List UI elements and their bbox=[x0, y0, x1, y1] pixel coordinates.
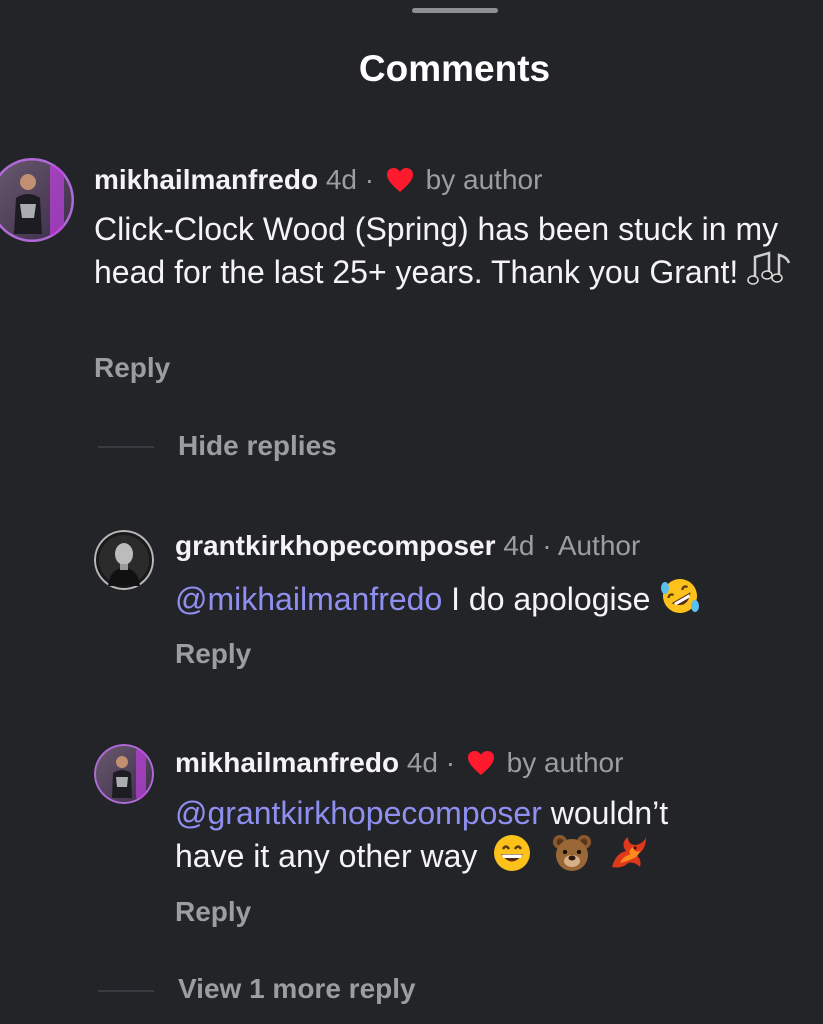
heart-icon bbox=[386, 167, 414, 201]
reply-username[interactable]: grantkirkhopecomposer bbox=[175, 530, 496, 561]
reply-text-content: wouldn’t bbox=[541, 795, 669, 831]
reply-text-content: I do apologise bbox=[442, 581, 651, 617]
liked-by-author-label: by author bbox=[506, 747, 624, 778]
comment-age: 4d bbox=[325, 164, 357, 195]
avatar[interactable] bbox=[0, 158, 74, 242]
hide-replies-button[interactable]: Hide replies bbox=[178, 430, 337, 462]
separator: · bbox=[542, 530, 552, 561]
view-more-replies-button[interactable]: View 1 more reply bbox=[178, 973, 416, 1005]
comment-text-content: Click-Clock Wood (Spring) has been stuck… bbox=[94, 211, 779, 290]
rolling-on-floor-laughing-icon bbox=[659, 576, 701, 625]
musical-notes-icon bbox=[747, 249, 797, 298]
reply-text: @mikhailmanfredo I do apologise bbox=[175, 576, 805, 625]
sheet-title: Comments bbox=[358, 48, 551, 89]
reply-button[interactable]: Reply bbox=[175, 896, 251, 928]
reply-button[interactable]: Reply bbox=[175, 638, 251, 670]
thread-divider bbox=[98, 446, 154, 448]
comment-username[interactable]: mikhailmanfredo bbox=[94, 164, 318, 195]
comments-sheet: Comments mikhailmanfredo 4d · by author … bbox=[0, 0, 823, 1024]
mention-link[interactable]: @grantkirkhopecomposer bbox=[175, 795, 542, 831]
heart-icon bbox=[467, 750, 495, 784]
reply-header: mikhailmanfredo 4d · by author bbox=[175, 746, 623, 784]
reply-header: grantkirkhopecomposer 4d · Author bbox=[175, 529, 640, 563]
author-badge: Author bbox=[557, 530, 641, 561]
comment-header: mikhailmanfredo 4d · by author bbox=[94, 163, 542, 201]
avatar[interactable] bbox=[94, 744, 154, 804]
reply-age: 4d bbox=[503, 530, 535, 561]
mention-link[interactable]: @mikhailmanfredo bbox=[175, 581, 442, 617]
liked-by-author-label: by author bbox=[425, 164, 543, 195]
comment-text: Click-Clock Wood (Spring) has been stuck… bbox=[94, 209, 804, 298]
grinning-face-icon bbox=[492, 833, 532, 882]
phoenix-icon bbox=[606, 833, 648, 882]
separator: · bbox=[364, 164, 375, 195]
reply-text: @grantkirkhopecomposer wouldn’t have it … bbox=[175, 793, 805, 882]
reply-button[interactable]: Reply bbox=[94, 352, 170, 384]
avatar[interactable] bbox=[94, 530, 154, 590]
reply-text-content: have it any other way bbox=[175, 838, 478, 874]
sheet-drag-handle[interactable] bbox=[412, 8, 498, 13]
separator: · bbox=[445, 747, 456, 778]
thread-divider bbox=[98, 990, 154, 992]
bear-face-icon bbox=[551, 833, 593, 882]
reply-age: 4d bbox=[406, 747, 438, 778]
reply-username[interactable]: mikhailmanfredo bbox=[175, 747, 399, 778]
